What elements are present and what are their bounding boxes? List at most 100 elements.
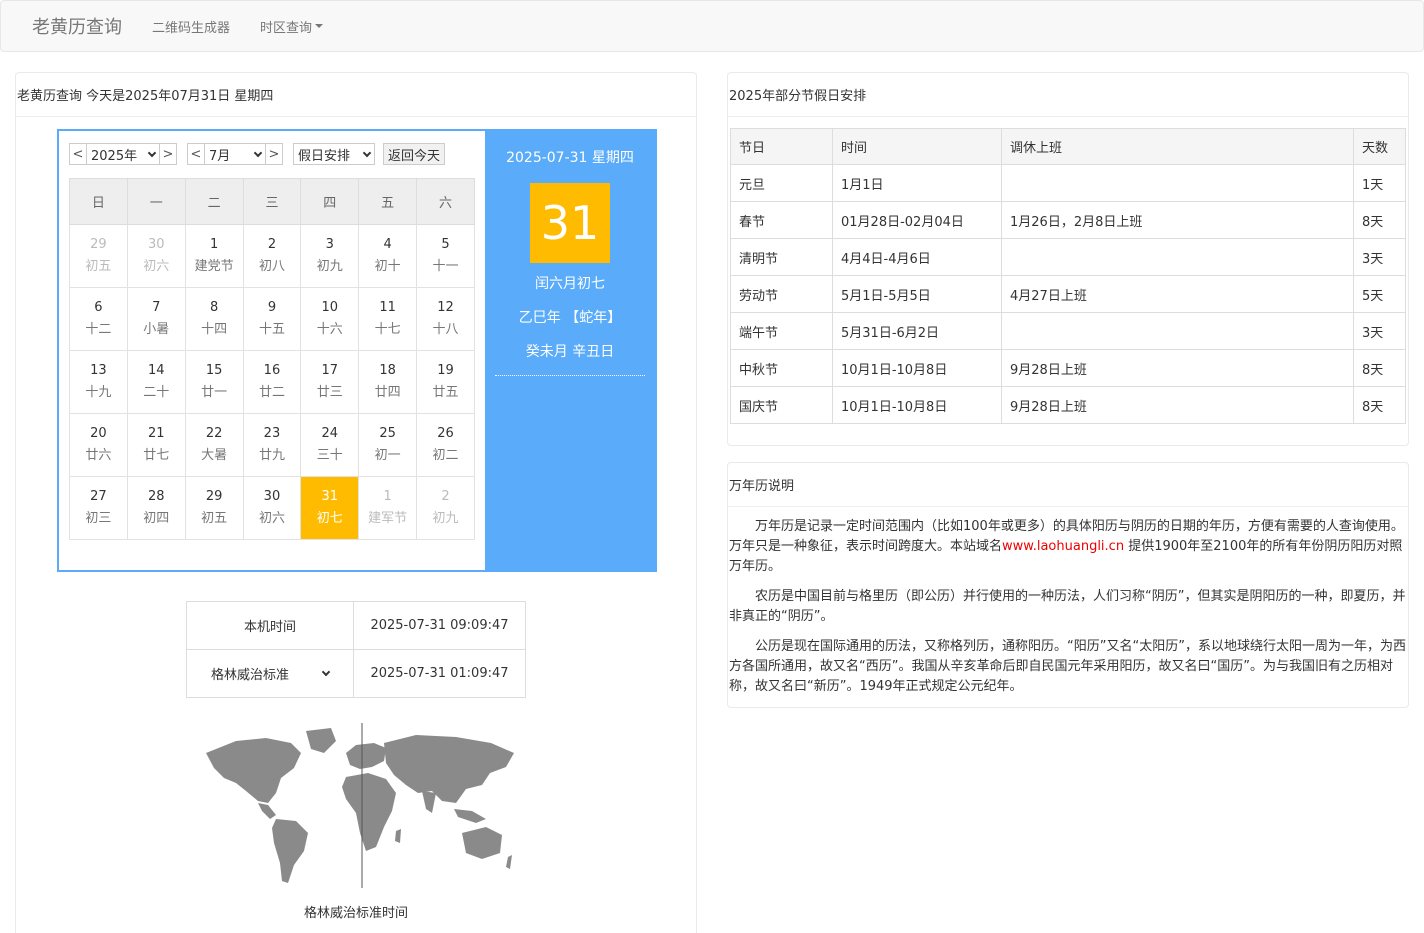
holiday-select[interactable]: 假日安排 (293, 143, 375, 165)
lunar-day: 十四 (201, 322, 228, 337)
calendar-day-cell[interactable]: 9 十五 (242, 287, 302, 351)
day-number: 11 (379, 300, 396, 315)
day-number: 15 (205, 363, 223, 378)
calendar-day-cell[interactable]: 22 大暑 (184, 413, 244, 477)
calendar-day-cell[interactable]: 4 初十 (358, 224, 418, 288)
lunar-day: 十一 (432, 259, 459, 274)
calendar-day-cell[interactable]: 2 初九 (416, 476, 475, 540)
calendar-day-cell[interactable]: 16 廿二 (242, 350, 302, 414)
prev-year-button[interactable]: < (69, 143, 87, 165)
calendar-day-cell[interactable]: 24 三十 (300, 413, 360, 477)
lunar-day: 廿五 (432, 385, 459, 400)
calendar-day-cell[interactable]: 30 初六 (242, 476, 302, 540)
lunar-day: 初九 (316, 259, 343, 274)
year-select[interactable]: 2025年 (87, 143, 159, 165)
calendar-day-cell[interactable]: 21 廿七 (126, 413, 186, 477)
day-number: 9 (267, 300, 277, 315)
calendar-day-cell[interactable]: 25 初一 (358, 413, 418, 477)
calendar-day-cell[interactable]: 18 廿四 (358, 350, 418, 414)
day-number: 24 (321, 426, 339, 441)
lunar-day: 三十 (316, 448, 343, 463)
lunar-day: 十八 (432, 322, 459, 337)
holiday-panel-title: 2025年部分节假日安排 (728, 73, 1408, 117)
table-cell: 4月27日上班 (1001, 275, 1354, 313)
calendar-day-cell[interactable]: 11 十七 (358, 287, 418, 351)
next-month-button[interactable]: > (265, 143, 283, 165)
dotted-divider (495, 375, 645, 376)
calendar-day-cell[interactable]: 1 建军节 (358, 476, 418, 540)
calendar-day-cell[interactable]: 2 初八 (242, 224, 302, 288)
calendar-day-cell[interactable]: 3 初九 (300, 224, 360, 288)
holiday-select-value: 假日安排 (298, 148, 351, 164)
calendar-day-cell[interactable]: 10 十六 (300, 287, 360, 351)
lunar-day: 初五 (85, 259, 112, 274)
lunar-day: 廿一 (201, 385, 228, 400)
year-select-value: 2025年 (91, 148, 138, 164)
description-text: 万年历是记录一定时间范围内（比如100年或更多）的具体阳历与阴历的日期的年历，方… (729, 517, 1407, 707)
calendar-controls: < 2025年 > < 7月 > 假日安排 返回今天 (69, 143, 446, 165)
month-select[interactable]: 7月 (205, 143, 265, 165)
calendar-day-cell[interactable]: 7 小暑 (126, 287, 186, 351)
calendar-day-cell[interactable]: 15 廿一 (184, 350, 244, 414)
calendar-day-cell[interactable]: 13 十九 (69, 350, 128, 414)
lunar-day: 初六 (143, 259, 170, 274)
weekday-header-row: 日一二三四五六 (69, 178, 475, 225)
calendar-day-cell[interactable]: 19 廿五 (416, 350, 475, 414)
calendar-day-cell[interactable]: 27 初三 (69, 476, 128, 540)
table-cell: 5天 (1353, 275, 1406, 313)
calendar-day-cell[interactable]: 1 建党节 (184, 224, 244, 288)
day-number: 12 (437, 300, 454, 315)
calendar-day-cell[interactable]: 5 十一 (416, 224, 475, 288)
table-row: 中秋节 10月1日-10月8日 9月28日上班 8天 (730, 349, 1406, 387)
holiday-header-row: 节日 时间 调休上班 天数 (730, 128, 1406, 165)
day-number: 10 (321, 300, 339, 315)
site-link[interactable]: www.laohuangli.cn (1002, 539, 1124, 554)
calendar-day-cell[interactable]: 26 初二 (416, 413, 475, 477)
next-year-button[interactable]: > (159, 143, 177, 165)
calendar-day-cell[interactable]: 6 十二 (69, 287, 128, 351)
calendar-day-cell[interactable]: 29 初五 (184, 476, 244, 540)
calendar-panel-title: 老黄历查询 今天是2025年07月31日 星期四 (16, 73, 696, 117)
calendar-day-cell[interactable]: 12 十八 (416, 287, 475, 351)
nav-qrcode[interactable]: 二维码生成器 (152, 17, 230, 36)
calendar-day-cell[interactable]: 23 廿九 (242, 413, 302, 477)
day-number: 13 (90, 363, 107, 378)
table-cell: 1月1日 (832, 164, 1002, 202)
weekday-header: 一 (126, 178, 186, 225)
weekday-header: 四 (300, 178, 360, 225)
table-cell: 9月28日上班 (1001, 386, 1354, 424)
nav-timezone[interactable]: 时区查询 (260, 17, 324, 36)
lunar-day: 廿四 (374, 385, 401, 400)
calendar-day-cell[interactable]: 20 廿六 (69, 413, 128, 477)
lunar-day: 十六 (316, 322, 343, 337)
timezone-select-value: 格林威治标准 (210, 668, 289, 683)
lunar-day: 廿九 (258, 448, 285, 463)
table-row: 清明节 4月4日-4月6日 3天 (730, 238, 1406, 276)
day-number: 5 (441, 237, 450, 252)
local-time-label: 本机时间 (186, 601, 354, 650)
calendar-week-row: 6 十二 7 小暑 8 十四 9 十五 10 十六 11 十七 12 十八 (69, 287, 475, 351)
back-today-button[interactable]: 返回今天 (383, 143, 446, 165)
day-number: 21 (147, 426, 165, 441)
calendar-day-cell[interactable]: 31 初七 (300, 476, 360, 540)
day-number: 19 (437, 363, 454, 378)
brand-link[interactable]: 老黄历查询 (32, 13, 122, 39)
lunar-day: 初二 (432, 448, 459, 463)
lunar-day: 廿三 (316, 385, 343, 400)
calendar-day-cell[interactable]: 17 廿三 (300, 350, 360, 414)
prev-month-button[interactable]: < (187, 143, 205, 165)
calendar-day-cell[interactable]: 30 初六 (126, 224, 186, 288)
lunar-day: 建党节 (194, 259, 234, 274)
calendar-week-row: 29 初五 30 初六 1 建党节 2 初八 3 初九 4 初十 5 十一 (69, 224, 475, 288)
calendar-day-cell[interactable]: 8 十四 (184, 287, 244, 351)
lunar-day: 十七 (374, 322, 401, 337)
timezone-select[interactable]: 格林威治标准 (186, 649, 354, 698)
calendar-day-cell[interactable]: 29 初五 (69, 224, 128, 288)
calendar-day-cell[interactable]: 28 初四 (126, 476, 186, 540)
chevron-down-icon (321, 667, 331, 677)
table-cell: 8天 (1353, 201, 1406, 239)
table-cell: 清明节 (730, 238, 833, 276)
table-row: 国庆节 10月1日-10月8日 9月28日上班 8天 (730, 386, 1406, 424)
calendar-day-cell[interactable]: 14 二十 (126, 350, 186, 414)
table-cell: 4月4日-4月6日 (832, 238, 1002, 276)
